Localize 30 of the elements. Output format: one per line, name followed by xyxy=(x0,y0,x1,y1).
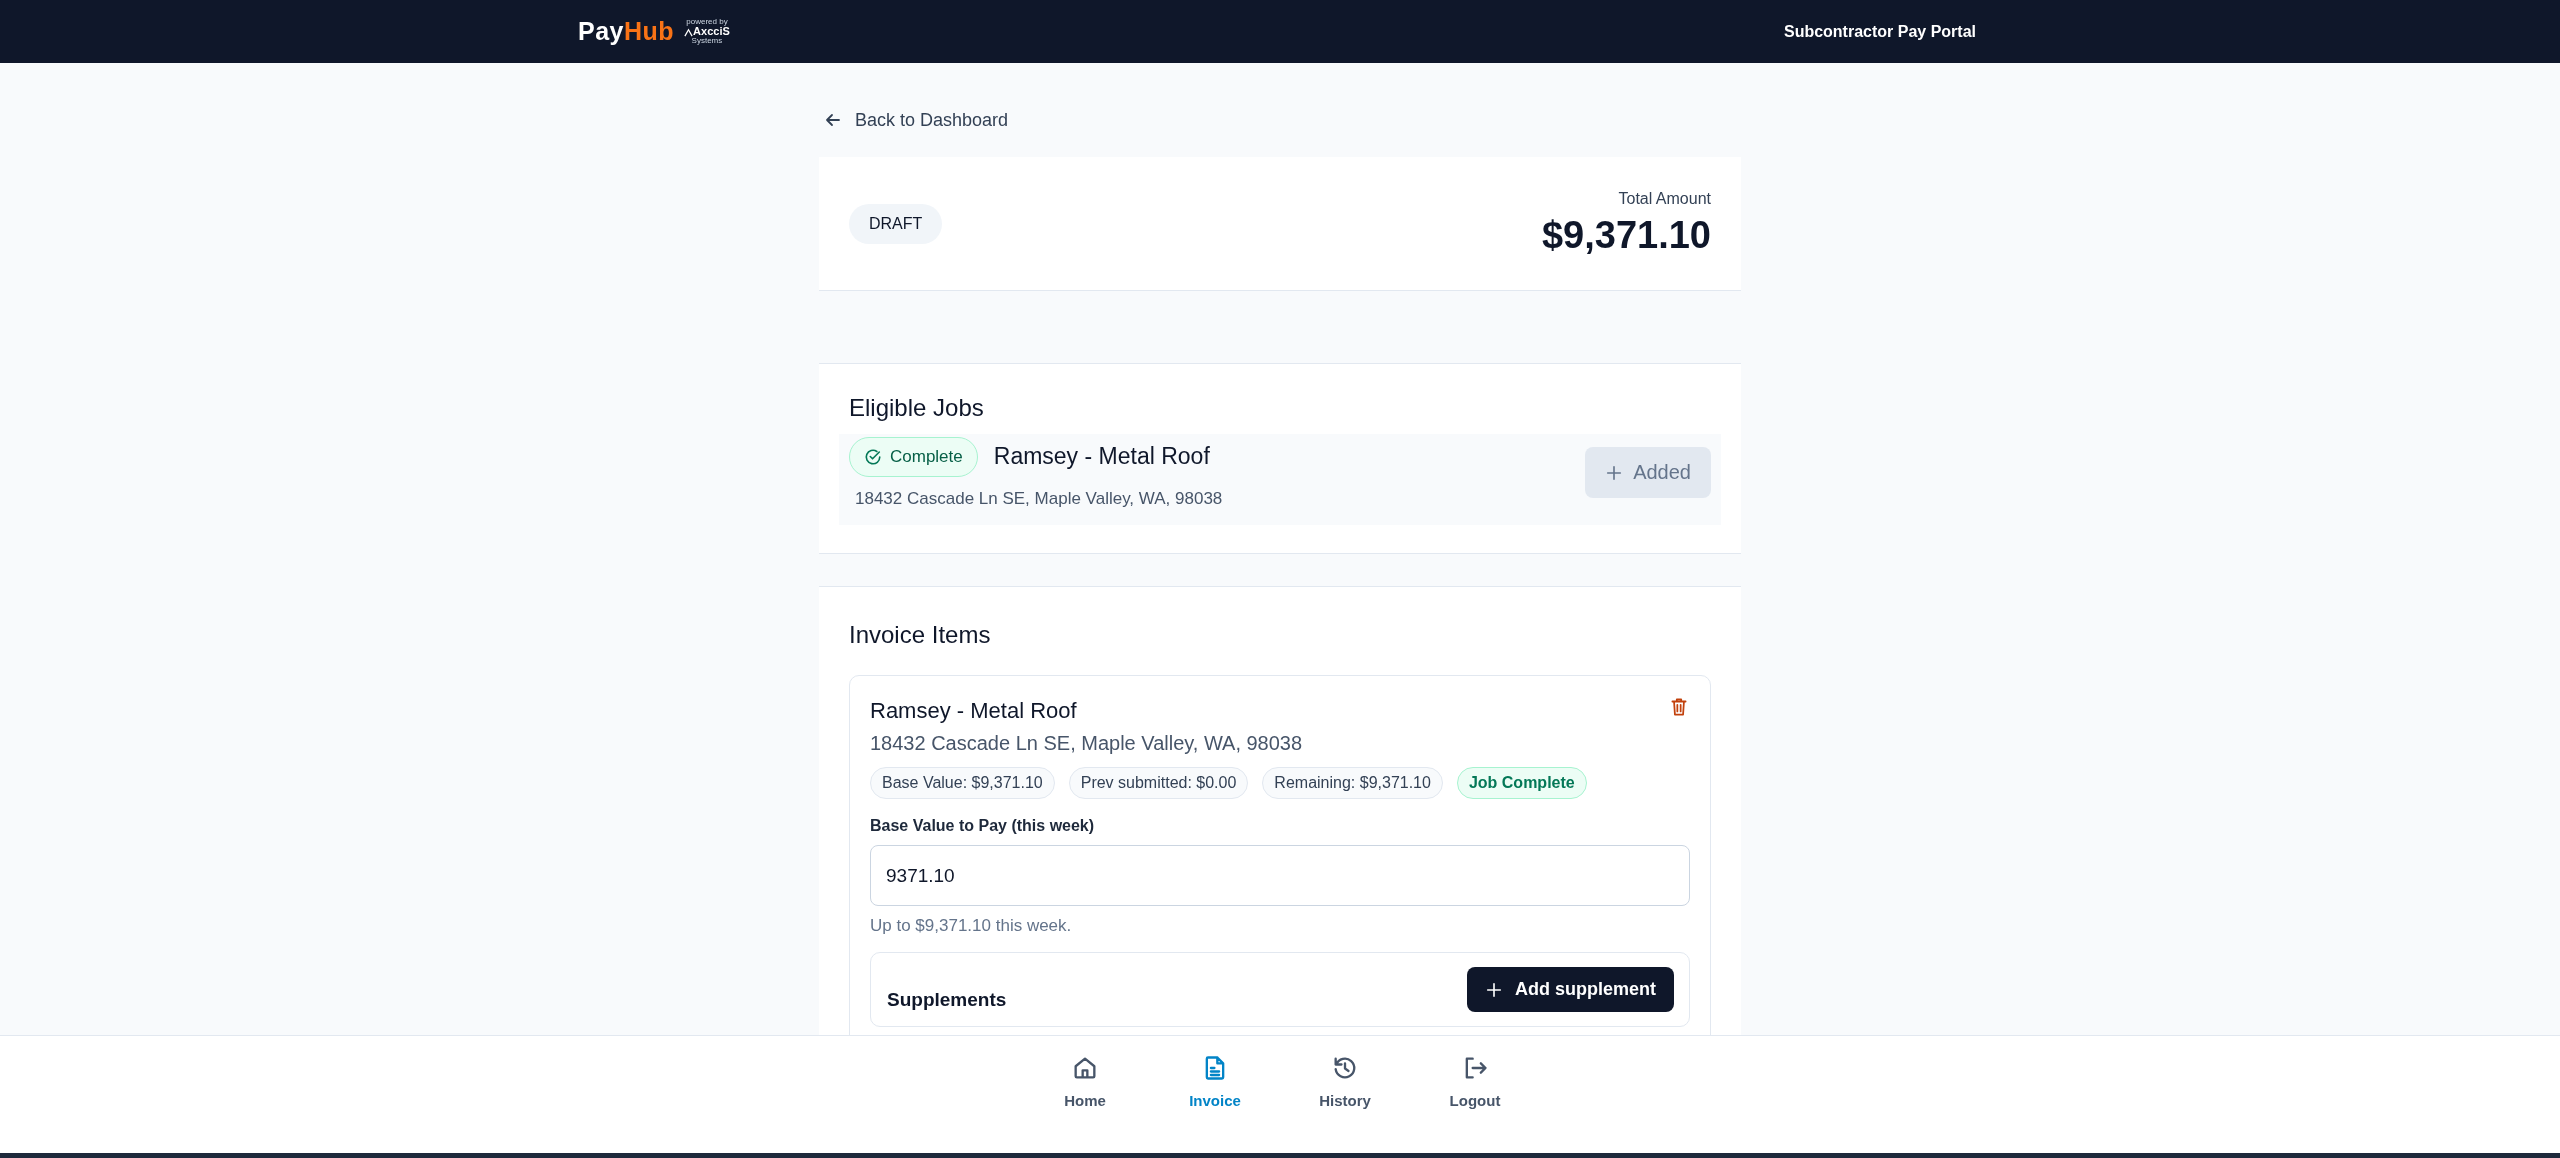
nav-item[interactable]: History xyxy=(1307,1054,1383,1153)
job-name: Ramsey - Metal Roof xyxy=(870,698,1077,724)
job-name: Ramsey - Metal Roof xyxy=(993,443,1210,470)
job-address: 18432 Cascade Ln SE, Maple Valley, WA, 98038 xyxy=(855,488,1223,509)
back-link[interactable]: Back to Dashboard xyxy=(823,103,1009,137)
job-address: 18432 Cascade Ln SE, Maple Valley, WA, 98038 xyxy=(870,732,1304,755)
payhub-logo: PayHub xyxy=(578,17,675,46)
info-chip: Remaining: $9,371.10 xyxy=(1262,767,1443,799)
supplements-title: Supplements xyxy=(887,987,1007,1011)
field-hint: Up to $9,371.10 this week. xyxy=(870,916,1073,936)
info-chip: Job Complete xyxy=(1456,767,1587,799)
info-chip: Base Value: $9,371.10 xyxy=(870,767,1055,799)
nav-item[interactable]: Logout xyxy=(1437,1054,1513,1153)
nav-item[interactable]: Home xyxy=(1047,1054,1123,1153)
partner-logo: powered by AxcciS Systems xyxy=(684,18,730,45)
total-label: Total Amount xyxy=(1617,190,1711,208)
status-badge: DRAFT xyxy=(849,203,943,244)
section-title: Invoice Items xyxy=(849,621,992,649)
field-label: Base Value to Pay (this week) xyxy=(870,817,1096,835)
portal-title: Subcontractor Pay Portal xyxy=(1783,22,1976,41)
status-badge: Complete xyxy=(849,436,978,477)
add-supplement-button[interactable]: Add supplement xyxy=(1467,967,1674,1012)
nav-item[interactable]: Invoice xyxy=(1177,1054,1253,1153)
section-title: Eligible Jobs xyxy=(849,394,985,422)
plus-icon xyxy=(1485,980,1503,999)
add-job-button[interactable]: Added xyxy=(1585,447,1711,498)
amount-input[interactable]: 9371.10 xyxy=(870,845,1690,906)
info-chip: Prev submitted: $0.00 xyxy=(1068,767,1249,799)
total-amount: $9,371.10 xyxy=(1541,214,1711,257)
plus-icon xyxy=(1605,463,1624,482)
